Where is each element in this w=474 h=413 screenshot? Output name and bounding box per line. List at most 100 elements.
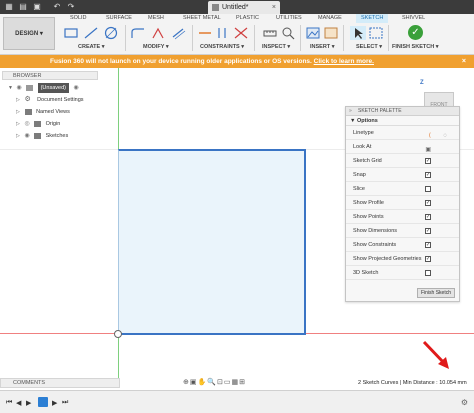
expand-arrow-icon[interactable]: ▷ [16,107,23,117]
undo-icon[interactable]: ↶ [52,2,62,12]
pan-icon[interactable]: ✋ [198,379,208,386]
step-back-icon[interactable]: ◀ [16,399,21,407]
document-title: Untitled* [222,4,249,11]
tab-plastic[interactable]: PLASTIC [236,15,259,21]
tab-surface[interactable]: SURFACE [106,15,132,21]
redo-icon[interactable]: ↷ [66,2,76,12]
expand-arrow-icon[interactable]: ▷ [16,95,23,105]
timeline-sketch-feature[interactable] [38,397,48,407]
select-window-icon[interactable] [368,26,384,40]
tab-utilities[interactable]: UTILITIES [276,15,302,21]
group-select-label[interactable]: SELECT ▾ [356,44,382,50]
tangent-constraint-icon[interactable] [233,26,249,40]
tab-mesh[interactable]: MESH [148,15,164,21]
zoom-window-icon[interactable]: ⊡ [217,379,224,386]
zoom-icon[interactable]: 🔍 [207,379,217,386]
show-projected-geometries-checkbox[interactable]: ✓ [425,256,431,262]
palette-row-look-at: Look At ▣ [346,140,459,154]
expand-arrow-icon[interactable]: ▷ [16,119,23,129]
measure-tool-icon[interactable] [262,26,278,40]
play-icon[interactable]: ▶ [26,399,31,407]
gear-icon[interactable]: ⚙ [461,398,468,407]
show-profile-checkbox[interactable]: ✓ [425,200,431,206]
look-at-icon[interactable]: ▣ [190,379,198,386]
group-modify-label[interactable]: MODIFY ▾ [143,44,169,50]
collapse-arrow-icon[interactable]: ▼ [350,118,357,124]
palette-header[interactable]: » SKETCH PALETTE [346,107,459,116]
close-tab-icon[interactable]: × [272,1,276,14]
workspace-switcher[interactable]: DESIGN ▾ [3,17,55,50]
show-dimensions-checkbox[interactable]: ✓ [425,228,431,234]
file-icon[interactable]: ▤ [18,2,28,12]
close-banner-icon[interactable]: × [462,55,466,68]
tab-sketch[interactable]: SKETCH [356,14,389,23]
browser-item-document-settings[interactable]: ▷ ⚙ Document Settings [16,95,84,105]
group-create-label[interactable]: CREATE ▾ [78,44,105,50]
palette-row-label: Show Constraints [353,242,397,248]
tab-sheet-metal[interactable]: SHEET METAL [183,15,221,21]
browser-header[interactable]: BROWSER [2,71,98,80]
offset-tool-icon[interactable] [170,26,186,40]
show-points-checkbox[interactable]: ✓ [425,214,431,220]
tab-manage[interactable]: MANAGE [318,15,342,21]
save-icon[interactable]: ▣ [32,2,42,12]
tab-solid[interactable]: SOLID [70,15,87,21]
circle-tool-icon[interactable] [103,26,119,40]
palette-options-header[interactable]: ▼ Options [346,116,459,126]
document-icon [26,84,34,91]
tab-shivvel[interactable]: SHIVVEL [402,15,425,21]
visibility-icon[interactable]: ◉ [25,131,33,141]
browser-item-origin[interactable]: ▷ ◎ Origin [16,119,60,129]
visibility-icon[interactable]: ◉ [17,83,25,93]
rectangle-tool-icon[interactable] [63,26,79,40]
group-insert-label[interactable]: INSERT ▾ [310,44,334,50]
sketch-grid-checkbox[interactable]: ✓ [425,158,431,164]
finish-sketch-button[interactable]: ✓ FINISH SKETCH ▾ [392,24,440,52]
palette-row-show-constraints: Show Constraints ✓ [346,238,459,252]
select-tool-icon[interactable] [350,26,366,40]
browser-item-sketches[interactable]: ▷ ◉ Sketches [16,131,68,141]
record-icon[interactable]: ◉ [74,83,82,93]
visibility-icon[interactable]: ◎ [25,119,33,129]
app-grid-icon[interactable]: ▦ [4,2,14,12]
palette-row-sketch-grid: Sketch Grid ✓ [346,154,459,168]
banner-learn-more-link[interactable]: Click to learn more. [314,58,374,65]
trim-tool-icon[interactable] [150,26,166,40]
browser-item-root[interactable]: ▼ ◉ (Unsaved) ◉ [8,83,82,93]
insert-canvas-icon[interactable] [323,26,339,40]
pin-icon[interactable]: » [349,107,352,116]
snap-checkbox[interactable]: ✓ [425,172,431,178]
sketch-rectangle[interactable] [118,149,306,335]
fillet-tool-icon[interactable] [130,26,146,40]
horizontal-constraint-icon[interactable] [197,26,213,40]
coincident-constraint-icon[interactable] [215,26,231,40]
show-constraints-checkbox[interactable]: ✓ [425,242,431,248]
go-to-start-icon[interactable]: ⏮ [6,399,12,407]
viewports-icon[interactable]: ⊞ [239,379,246,386]
folder-icon [24,108,32,115]
toolbar-ribbon: DESIGN ▾ SOLID SURFACE MESH SHEET METAL … [0,14,474,55]
slice-checkbox[interactable] [425,186,431,192]
palette-row-label: Slice [353,186,365,192]
line-tool-icon[interactable] [83,26,99,40]
orbit-icon[interactable]: ⊕ [183,379,190,386]
insert-image-icon[interactable] [305,26,321,40]
palette-finish-sketch-button[interactable]: Finish Sketch [417,288,455,298]
red-arrow-annotation [422,340,449,369]
sketch-curve-bottom[interactable] [118,333,306,335]
group-finish-sketch-label[interactable]: FINISH SKETCH ▾ [392,44,438,50]
folder-icon [34,120,42,127]
3d-sketch-checkbox[interactable] [425,270,431,276]
collapse-arrow-icon[interactable]: ▼ [8,83,15,93]
browser-item-named-views[interactable]: ▷ Named Views [16,107,70,117]
grid-settings-icon[interactable]: ▦ [231,379,239,386]
document-tab[interactable]: Untitled* × [208,1,280,14]
group-constraints-label[interactable]: CONSTRAINTS ▾ [200,44,244,50]
expand-arrow-icon[interactable]: ▷ [16,131,23,141]
inspect-tool-icon[interactable] [280,26,296,40]
step-forward-icon[interactable]: ▶ [52,399,57,407]
comments-panel[interactable]: COMMENTS [0,378,120,388]
origin-point[interactable] [114,330,122,338]
group-inspect-label[interactable]: INSPECT ▾ [262,44,290,50]
go-to-end-icon[interactable]: ⏭ [62,399,68,407]
